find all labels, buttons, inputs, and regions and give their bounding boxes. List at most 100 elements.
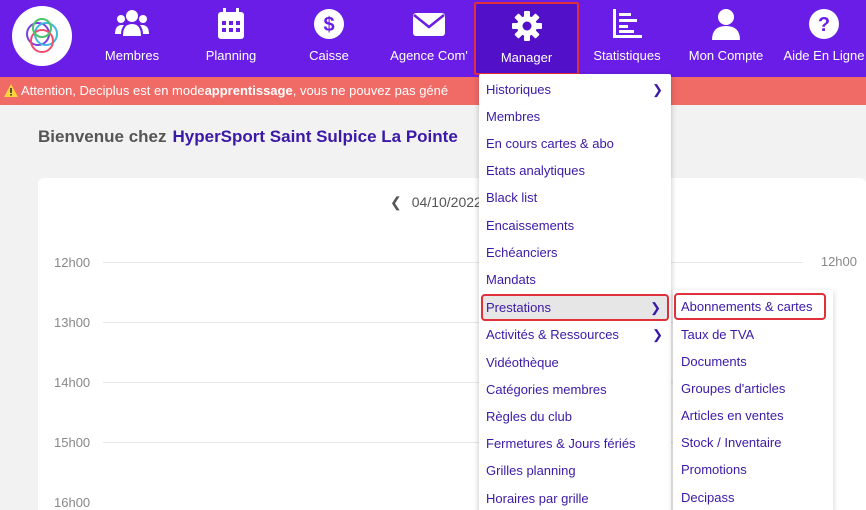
menu-item-label: En cours cartes & abo <box>486 136 614 151</box>
chevron-left-icon[interactable]: ❮ <box>390 194 402 210</box>
submenu-item-label: Promotions <box>681 462 747 477</box>
menu-item-prestations[interactable]: Prestations ❯ <box>481 294 669 321</box>
menu-item-black-list[interactable]: Black list <box>479 184 671 211</box>
menu-item-label: Membres <box>486 109 541 124</box>
submenu-item-articles-en-ventes[interactable]: Articles en ventes <box>673 402 833 429</box>
app-logo[interactable] <box>12 6 72 66</box>
menu-item-mandats[interactable]: Mandats <box>479 266 671 293</box>
menu-item-categories-membres[interactable]: Catégories membres <box>479 376 671 403</box>
menu-item-label: Horaires par grille <box>486 491 589 506</box>
welcome-heading: Bienvenue chez HyperSport Saint Sulpice L… <box>38 127 458 147</box>
menu-item-label: Mandats <box>486 272 536 287</box>
menu-item-label: Prestations <box>486 300 552 315</box>
hour-label: 13h00 <box>54 315 91 330</box>
menu-item-activites-ressources[interactable]: Activités & Ressources ❯ <box>479 321 671 348</box>
menu-item-encaissements[interactable]: Encaissements <box>479 212 671 239</box>
nav-mon-compte[interactable]: Mon Compte <box>686 0 766 77</box>
svg-text:?: ? <box>818 14 830 36</box>
hour-label: 15h00 <box>54 435 91 450</box>
chevron-right-icon: ❯ <box>652 327 663 342</box>
nav-aide-en-ligne[interactable]: ? Aide En Ligne <box>782 0 866 77</box>
nav-planning-label: Planning <box>205 48 257 63</box>
submenu-item-label: Groupes d'articles <box>681 381 786 396</box>
current-date: 04/10/2022 <box>411 194 482 210</box>
menu-item-etats-analytiques[interactable]: Etats analytiques <box>479 157 671 184</box>
nav-mon-compte-label: Mon Compte <box>688 48 764 63</box>
alert-text-bold: apprentissage <box>204 83 293 98</box>
submenu-item-decipass[interactable]: Decipass <box>673 484 833 510</box>
nav-manager-label: Manager <box>500 50 553 65</box>
logo-circles-icon <box>26 18 58 53</box>
help-icon: ? <box>809 9 839 39</box>
menu-item-label: Vidéothèque <box>486 355 559 370</box>
nav-planning[interactable]: Planning <box>196 0 266 77</box>
nav-membres[interactable]: Membres <box>97 0 167 77</box>
menu-item-videotheque[interactable]: Vidéothèque <box>479 349 671 376</box>
submenu-item-label: Documents <box>681 354 747 369</box>
submenu-item-label: Abonnements & cartes <box>681 299 813 314</box>
nav-membres-label: Membres <box>104 48 160 63</box>
nav-agence-com-label: Agence Com' <box>390 48 468 63</box>
submenu-item-promotions[interactable]: Promotions <box>673 456 833 483</box>
users-icon <box>115 10 149 36</box>
submenu-item-label: Decipass <box>681 490 735 505</box>
nav-caisse[interactable]: $ Caisse <box>294 0 364 77</box>
menu-item-en-cours-cartes[interactable]: En cours cartes & abo <box>479 130 671 157</box>
menu-item-label: Grilles planning <box>486 463 576 478</box>
hour-label: 12h00 <box>54 255 91 270</box>
alert-text-prefix: Attention, Deciplus est en mode <box>21 83 205 98</box>
submenu-item-taux-tva[interactable]: Taux de TVA <box>673 321 833 348</box>
prestations-submenu: Abonnements & cartes Taux de TVA Documen… <box>673 290 833 510</box>
nav-manager[interactable]: Manager <box>474 2 579 75</box>
menu-item-regles-du-club[interactable]: Règles du club <box>479 403 671 430</box>
menu-item-label: Fermetures & Jours fériés <box>486 436 636 451</box>
nav-aide-en-ligne-label: Aide En Ligne <box>783 48 865 63</box>
menu-item-grilles-planning[interactable]: Grilles planning <box>479 457 671 484</box>
user-icon <box>712 9 740 40</box>
nav-statistiques[interactable]: Statistiques <box>590 0 664 77</box>
hour-label-right: 12h00 <box>820 254 857 269</box>
learning-mode-alert: Attention, Deciplus est en modeapprentis… <box>0 77 866 105</box>
nav-statistiques-label: Statistiques <box>593 48 661 63</box>
menu-item-fermetures[interactable]: Fermetures & Jours fériés <box>479 430 671 457</box>
submenu-item-abonnements-cartes[interactable]: Abonnements & cartes <box>674 293 826 320</box>
hour-gridline <box>103 262 803 263</box>
warning-icon <box>4 83 18 97</box>
menu-item-label: Echéanciers <box>486 245 558 260</box>
menu-item-label: Black list <box>486 190 538 205</box>
manager-dropdown-menu: Historiques ❯ Membres En cours cartes & a… <box>479 74 671 510</box>
chevron-right-icon: ❯ <box>650 300 661 315</box>
svg-text:$: $ <box>323 14 334 36</box>
menu-item-label: Catégories membres <box>486 382 607 397</box>
menu-item-label: Encaissements <box>486 218 575 233</box>
chart-icon <box>613 9 642 38</box>
menu-item-historiques[interactable]: Historiques ❯ <box>479 76 671 103</box>
submenu-item-documents[interactable]: Documents <box>673 348 833 375</box>
hour-label: 16h00 <box>54 495 91 510</box>
club-name: HyperSport Saint Sulpice La Pointe <box>172 127 458 146</box>
submenu-item-label: Stock / Inventaire <box>681 435 782 450</box>
submenu-item-label: Taux de TVA <box>681 327 755 342</box>
menu-item-label: Historiques <box>486 82 552 97</box>
menu-item-label: Etats analytiques <box>486 163 586 178</box>
alert-text-suffix: , vous ne pouvez pas géné <box>292 83 449 98</box>
date-navigator: ❮ 04/10/2022 <box>390 194 482 211</box>
submenu-item-groupes-articles[interactable]: Groupes d'articles <box>673 375 833 402</box>
calendar-icon <box>218 8 244 39</box>
hour-label: 14h00 <box>54 375 91 390</box>
gear-icon <box>511 11 542 41</box>
menu-item-label: Activités & Ressources <box>486 327 619 342</box>
nav-agence-com[interactable]: Agence Com' <box>388 0 470 77</box>
nav-caisse-label: Caisse <box>309 48 349 63</box>
submenu-item-stock-inventaire[interactable]: Stock / Inventaire <box>673 429 833 456</box>
submenu-item-label: Articles en ventes <box>681 408 784 423</box>
menu-item-echeanciers[interactable]: Echéanciers <box>479 239 671 266</box>
dollar-icon: $ <box>314 9 344 39</box>
menu-item-label: Règles du club <box>486 409 572 424</box>
menu-item-membres[interactable]: Membres <box>479 103 671 130</box>
welcome-label: Bienvenue chez <box>38 127 167 146</box>
chevron-right-icon: ❯ <box>652 82 663 97</box>
top-navigation: Membres Planning $ Caisse Agence Com' Ma… <box>0 0 866 77</box>
envelope-icon <box>413 13 445 36</box>
menu-item-horaires-par-grille[interactable]: Horaires par grille <box>479 485 671 510</box>
